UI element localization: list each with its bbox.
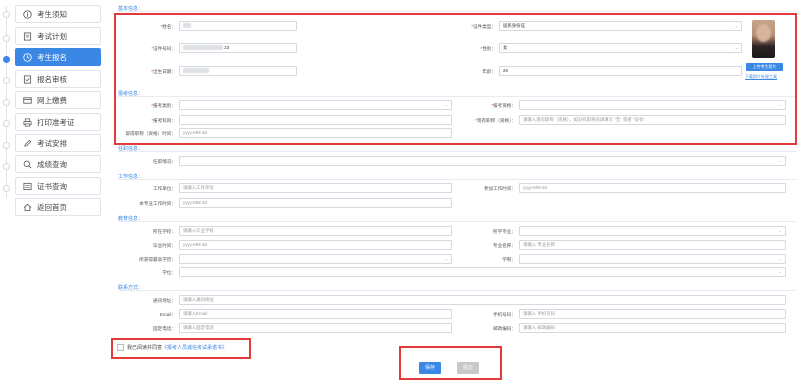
divider [118, 151, 796, 152]
timeline-dot [3, 163, 10, 170]
mobile-field[interactable]: 请输入 手机号码 [519, 309, 786, 319]
divider [118, 179, 796, 180]
join-time-field[interactable]: yyyy-MM-dd [519, 183, 786, 193]
email-field[interactable]: 请输入Email [179, 309, 452, 319]
degree-label: 学位： [162, 270, 176, 275]
email-label: Email： [159, 312, 176, 317]
sidebar-item-label: 打印准考证 [37, 117, 75, 127]
sidebar-item-score-query[interactable]: 成绩查询 [15, 155, 101, 173]
timeline-dot-active [3, 56, 10, 63]
sidebar-item-label: 考生须知 [37, 9, 67, 19]
timeline-dot [3, 35, 10, 42]
highlight-box-buttons [399, 346, 502, 380]
timeline-dot [3, 11, 10, 18]
sidebar-item-label: 考试安排 [37, 138, 67, 148]
sidebar-item-label: 网上缴费 [37, 95, 67, 105]
sidebar-item-exam-notice[interactable]: 考生须知 [15, 5, 101, 23]
sidebar-item-label: 考生报名 [37, 52, 67, 62]
divider [118, 290, 796, 291]
chevron-down-icon: ⌄ [778, 256, 782, 261]
grad-time-field[interactable]: yyyy-MM-dd [179, 240, 452, 250]
degree-select[interactable]: ⌄ [179, 267, 786, 277]
sidebar-item-exam-plan[interactable]: 考试计划 [15, 27, 101, 45]
school-label: 所在学校： [153, 229, 176, 234]
printer-icon [22, 117, 33, 128]
sidebar-item-label: 成绩查询 [37, 159, 67, 169]
sidebar-item-review[interactable]: 报名审核 [15, 70, 101, 88]
postcode-label: 邮政编码： [493, 326, 516, 331]
card-icon [22, 95, 33, 106]
sidebar-item-label: 返回首页 [37, 202, 67, 212]
sidebar-item-label: 证书查询 [37, 181, 67, 191]
mobile-label: 手机号码： [493, 312, 516, 317]
employer-label: 工作单位： [153, 186, 176, 191]
prof-name-label: 专业名称： [493, 243, 516, 248]
chevron-down-icon: ⌄ [778, 269, 782, 274]
search-icon [22, 159, 33, 170]
phone-field[interactable]: 请输入固定电话 [179, 323, 452, 333]
timeline-dot [3, 77, 10, 84]
highlight-box-required [114, 13, 797, 145]
school-field[interactable]: 请输入毕业学校 [179, 226, 452, 236]
clock-icon [22, 52, 33, 63]
address-field[interactable]: 请输入通讯地址 [179, 295, 786, 305]
divider [118, 221, 796, 222]
grad-time-label: 毕业时间： [153, 243, 176, 248]
home-icon [22, 202, 33, 213]
sidebar-item-registration[interactable]: 考生报名 [15, 48, 101, 66]
sidebar-item-label: 考试计划 [37, 31, 67, 41]
document-icon [22, 31, 33, 42]
sidebar-item-home[interactable]: 返回首页 [15, 198, 101, 216]
edu-level-select[interactable]: ⌄ [179, 254, 452, 264]
sidebar-item-payment[interactable]: 网上缴费 [15, 91, 101, 109]
chevron-down-icon: ⌄ [778, 228, 782, 233]
join-time-label: 参加工作时间： [483, 186, 516, 191]
timeline-dot [3, 142, 10, 149]
phone-label: 固定电话： [153, 326, 176, 331]
postcode-field[interactable]: 请输入 邮政编码 [519, 323, 786, 333]
position-label: 任职情况： [153, 159, 176, 164]
pencil-icon [22, 138, 33, 149]
divider [118, 11, 796, 12]
timeline-dot [3, 185, 10, 192]
chevron-down-icon: ⌄ [778, 158, 782, 163]
sidebar-item-certificate-query[interactable]: 证书查询 [15, 177, 101, 195]
prof-name-field[interactable]: 请输入 专业名称 [519, 240, 786, 250]
timeline-dot [3, 99, 10, 106]
major-select[interactable]: ⌄ [519, 226, 786, 236]
position-select[interactable]: ⌄ [179, 156, 786, 166]
system-label: 学制： [502, 257, 516, 262]
prof-time-label: 本专业工作时间： [139, 201, 176, 206]
system-select[interactable]: ⌄ [519, 254, 786, 264]
prof-time-field[interactable]: yyyy-MM-dd [179, 198, 452, 208]
certificate-icon [22, 181, 33, 192]
check-document-icon [22, 74, 33, 85]
major-label: 所学专业： [493, 229, 516, 234]
timeline-dot [3, 120, 10, 127]
sidebar-item-admission-ticket[interactable]: 打印准考证 [15, 113, 101, 131]
sidebar-item-label: 报名审核 [37, 74, 67, 84]
highlight-box-agree [111, 338, 251, 359]
sidebar: 考生须知 考试计划 考生报名 报名审核 网上缴费 打印准考证 考试安排 成绩查询… [0, 0, 108, 382]
info-icon [22, 9, 33, 20]
employer-field[interactable]: 请输入工作单位 [179, 183, 452, 193]
address-label: 通讯地址： [153, 298, 176, 303]
chevron-down-icon: ⌄ [444, 256, 448, 261]
sidebar-item-exam-schedule[interactable]: 考试安排 [15, 134, 101, 152]
edu-level-label: 所获得最高学历： [139, 257, 176, 262]
